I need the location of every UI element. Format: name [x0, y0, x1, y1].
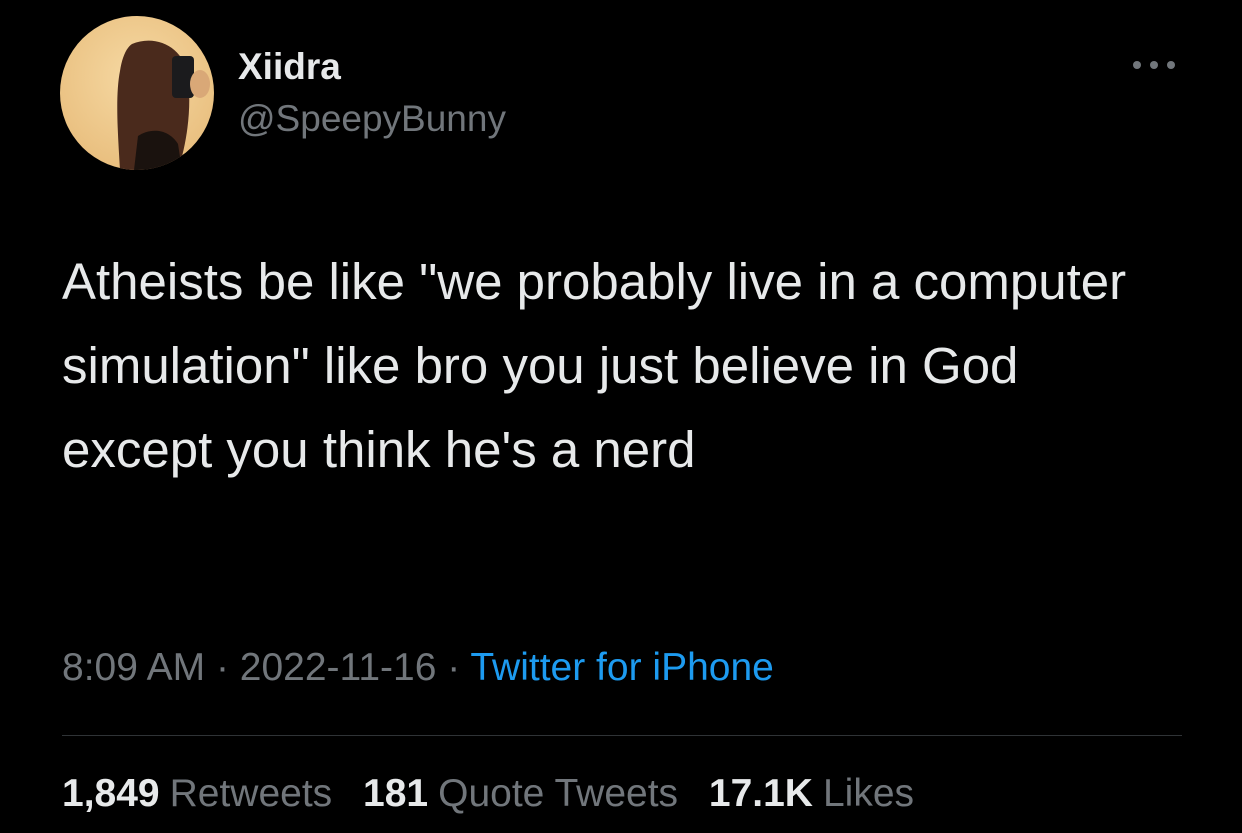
- retweets-label: Retweets: [169, 772, 333, 815]
- meta-separator: ·: [215, 646, 229, 689]
- display-name[interactable]: Xiidra: [238, 46, 341, 88]
- divider: [62, 735, 1182, 736]
- quote-tweets-label: Quote Tweets: [438, 772, 679, 815]
- retweets-stat[interactable]: 1,849 Retweets: [62, 772, 332, 815]
- likes-stat[interactable]: 17.1K Likes: [709, 772, 914, 815]
- tweet-source-link[interactable]: Twitter for iPhone: [470, 646, 773, 689]
- avatar[interactable]: [60, 16, 214, 170]
- tweet-time[interactable]: 8:09 AM: [62, 646, 205, 689]
- retweets-count: 1,849: [62, 772, 160, 815]
- tweet-stats: 1,849 Retweets 181 Quote Tweets 17.1K Likes: [62, 772, 934, 816]
- quote-tweets-count: 181: [363, 772, 429, 815]
- tweet-date[interactable]: 2022-11-16: [240, 646, 437, 689]
- quote-tweets-stat[interactable]: 181 Quote Tweets: [363, 772, 678, 815]
- more-horizontal-icon: [1133, 61, 1175, 69]
- likes-count: 17.1K: [708, 772, 813, 815]
- profile-photo-icon: [60, 16, 214, 170]
- meta-separator: ·: [447, 646, 461, 689]
- likes-label: Likes: [822, 772, 915, 815]
- tweet-text: Atheists be like "we probably live in a …: [62, 253, 1127, 478]
- user-handle[interactable]: @SpeepyBunny: [238, 98, 506, 140]
- tweet-meta: 8:09 AM · 2022-11-16 · Twitter for iPhon…: [62, 646, 774, 690]
- more-options-button[interactable]: [1128, 50, 1180, 80]
